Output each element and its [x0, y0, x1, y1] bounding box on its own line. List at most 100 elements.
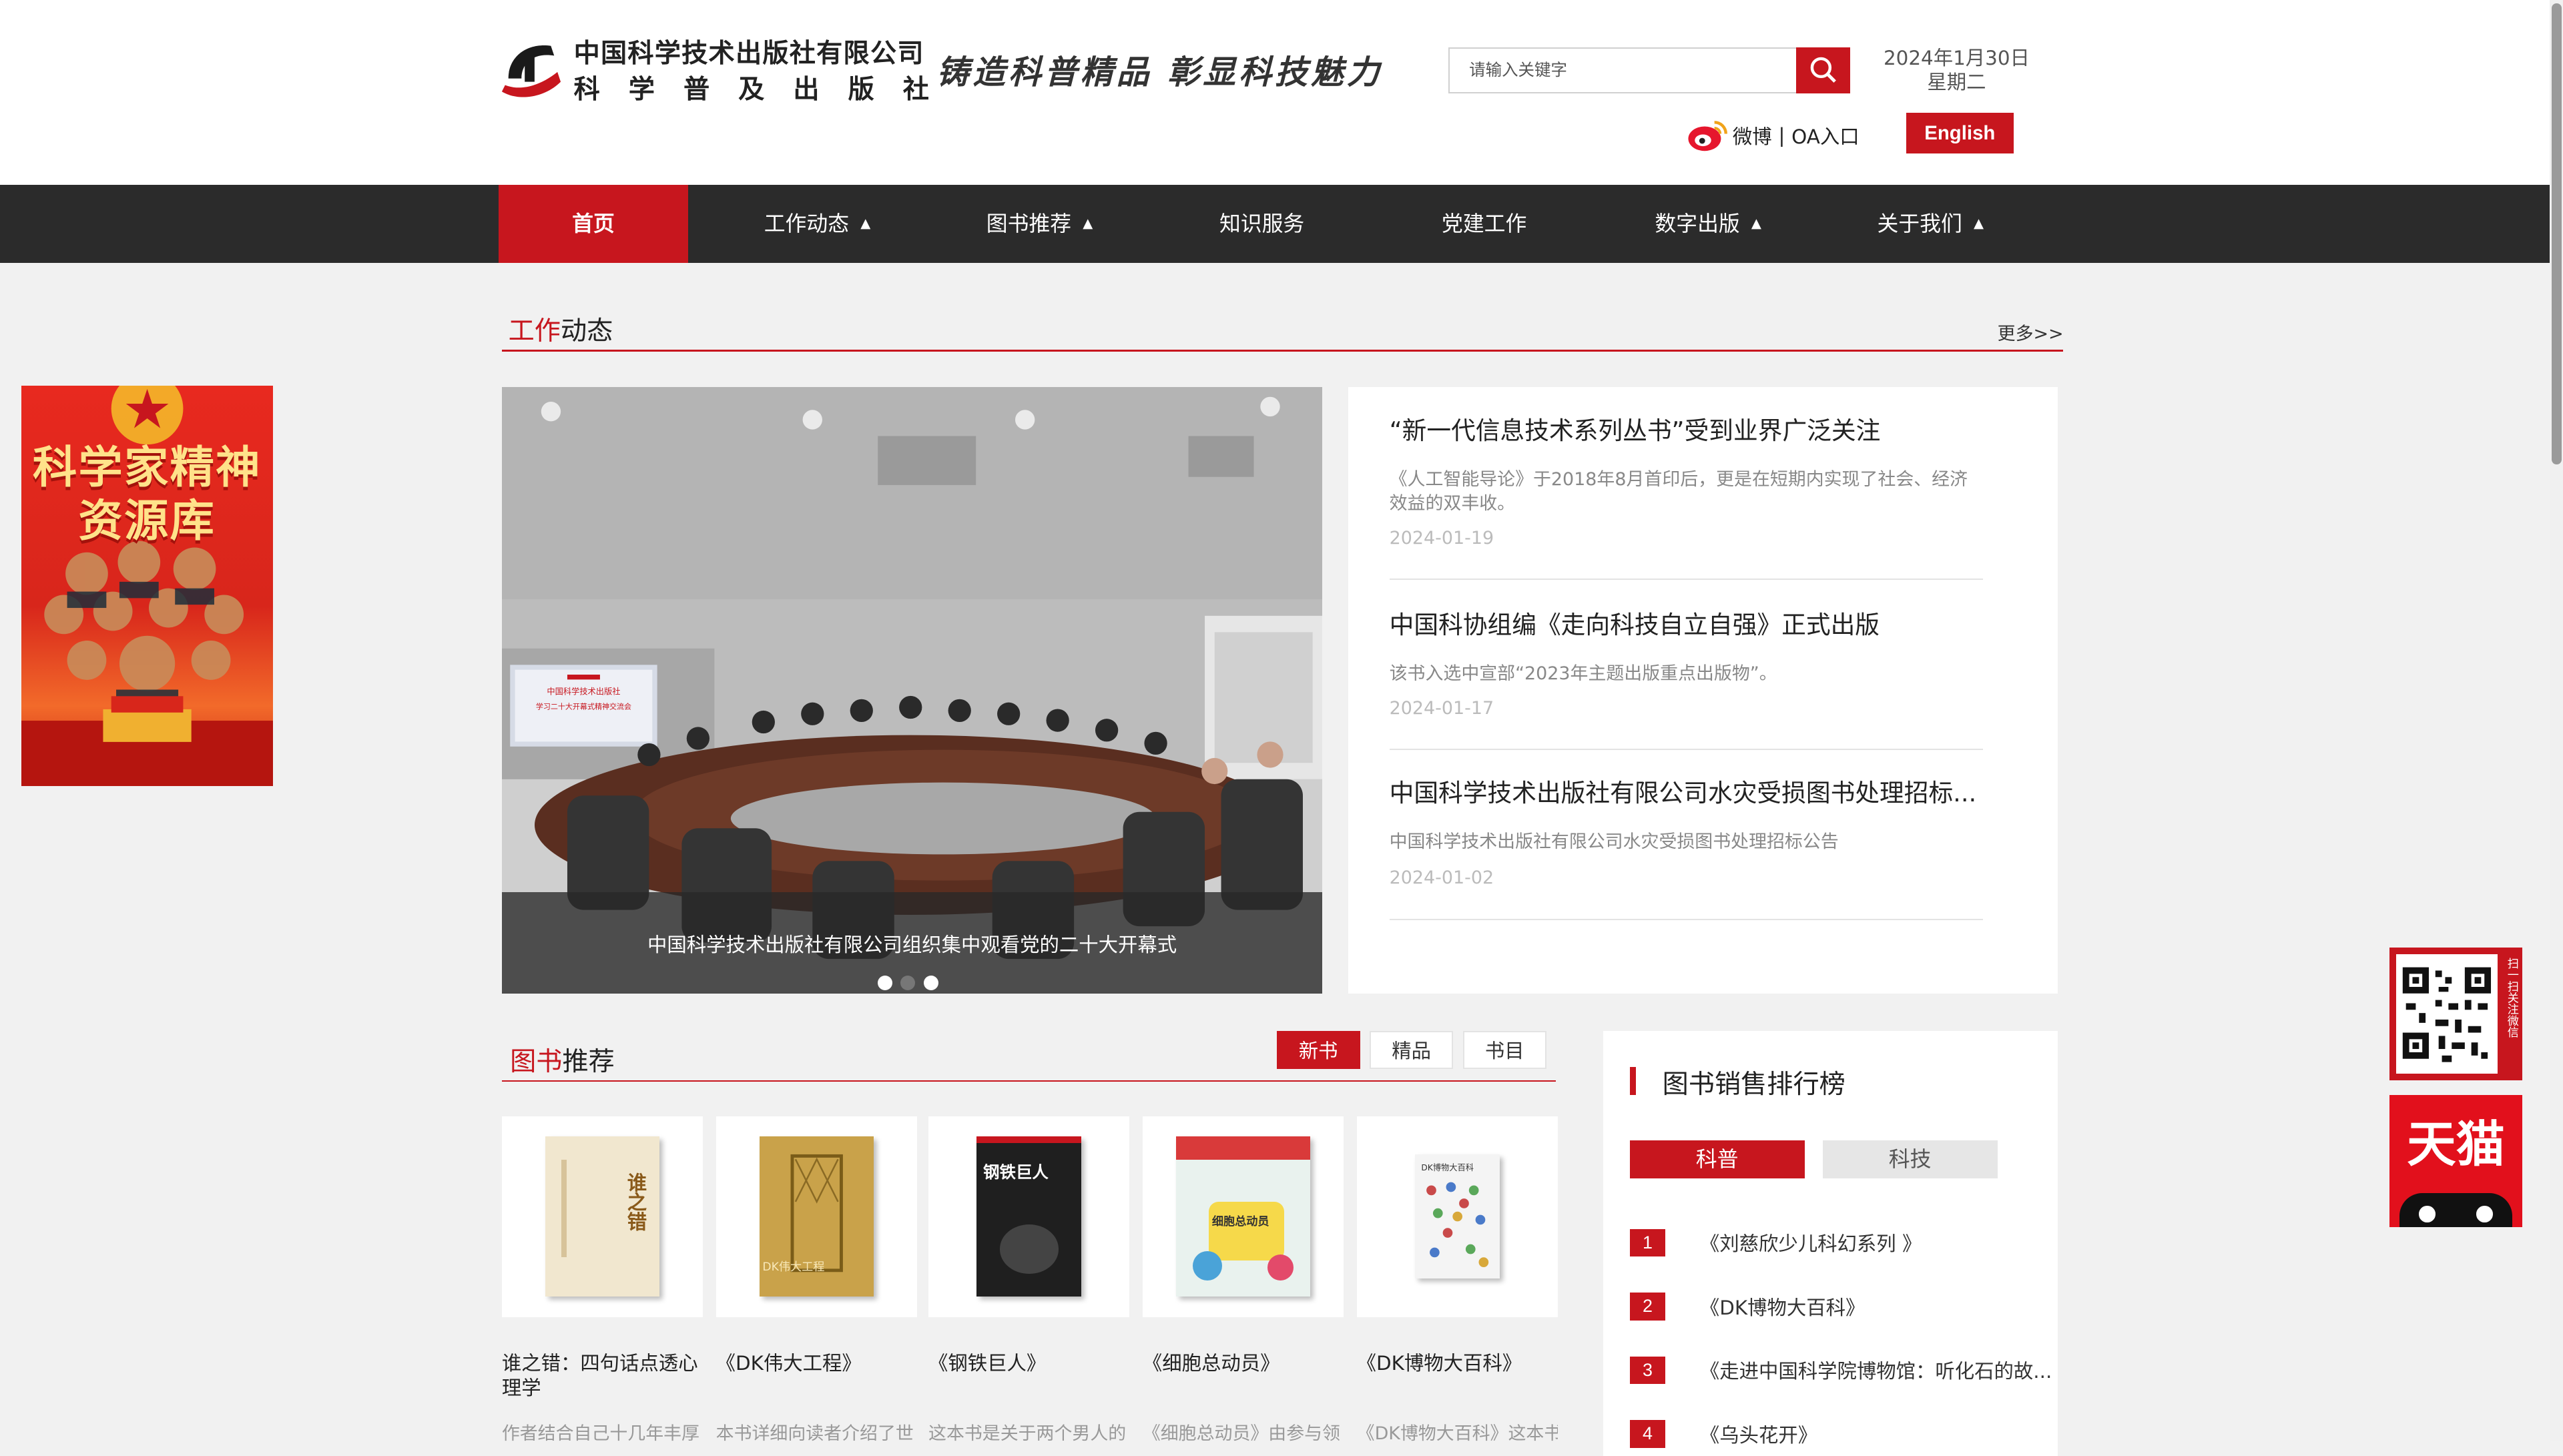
nav-item-about[interactable]: 关于我们 ▲: [1832, 185, 2028, 264]
oa-link[interactable]: OA入口: [1791, 121, 1859, 149]
nav-label: 数字出版: [1655, 210, 1740, 236]
ranking-row[interactable]: 1 《刘慈欣少儿科幻系列 》: [1629, 1228, 1922, 1257]
weekday-text: 星期二: [1927, 71, 1986, 94]
weibo-link[interactable]: 微博: [1733, 121, 1772, 149]
tab-featured[interactable]: 精品: [1370, 1031, 1454, 1069]
search-input[interactable]: 请输入关键字: [1448, 47, 1798, 93]
news-title[interactable]: “新一代信息技术系列丛书”受到业界广泛关注: [1390, 410, 1983, 446]
collage-art-icon: [1426, 1182, 1488, 1268]
news-item[interactable]: 中国科学技术出版社有限公司水灾受损图书处理招标... 中国科学技术出版社有限公司…: [1389, 773, 1983, 920]
news-item[interactable]: 中国科协组编《走向科技自立自强》正式出版 该书入选中宣部“2023年主题出版重点…: [1389, 605, 1983, 751]
wechat-qr-panel[interactable]: 扫一扫关注微信: [2389, 948, 2522, 1080]
rank-number: 2: [1629, 1293, 1666, 1321]
book-cover-card[interactable]: 钢铁巨人: [928, 1116, 1130, 1317]
book-cover: 细胞总动员: [1176, 1136, 1310, 1297]
nav-item-home[interactable]: 首页: [498, 184, 689, 264]
news-date: 2024-01-17: [1389, 697, 1494, 719]
section-divider: [501, 1080, 1556, 1082]
slide-caption-bar: 中国科学技术出版社有限公司组织集中观看党的二十大开幕式: [501, 892, 1323, 994]
book-desc: 本书详细向读者介绍了世: [716, 1423, 914, 1444]
news-title[interactable]: 中国科协组编《走向科技自立自强》正式出版: [1390, 605, 1983, 641]
ranking-row[interactable]: 3 《走进中国科学院博物馆：听化石的故...: [1629, 1356, 2052, 1385]
tab-technology[interactable]: 科技: [1822, 1140, 1998, 1178]
ranking-row[interactable]: 2 《DK博物大百科》: [1629, 1293, 1866, 1321]
logo-publisher-name: 科 学 普 及 出 版 社: [573, 73, 939, 105]
scrollbar-thumb[interactable]: [2551, 3, 2562, 464]
heading-red-part: 工作: [508, 316, 561, 347]
qr-code-icon: [2402, 967, 2492, 1062]
slide-caption[interactable]: 中国科学技术出版社有限公司组织集中观看党的二十大开幕式: [502, 930, 1322, 958]
rank-number: 3: [1629, 1356, 1666, 1385]
book-cover-card[interactable]: DK博物大百科: [1356, 1116, 1558, 1317]
rank-title[interactable]: 《DK博物大百科》: [1700, 1293, 1866, 1321]
book-cover-card[interactable]: 谁之错: [501, 1116, 703, 1317]
nav-label: 工作动态: [764, 210, 850, 236]
nav-item-knowledge[interactable]: 知识服务: [1164, 185, 1360, 264]
slide-dot-3[interactable]: [923, 976, 938, 991]
book-cover-text: 细胞总动员: [1211, 1214, 1269, 1228]
main-nav: 首页 工作动态 ▲ 图书推荐 ▲ 知识服务 党建工作 数字出版 ▲ 关于我们 ▲: [0, 184, 2550, 264]
tab-catalog[interactable]: 书目: [1462, 1031, 1546, 1069]
ranking-accent-bar: [1629, 1067, 1637, 1095]
rank-number: 4: [1629, 1420, 1666, 1448]
qr-code-frame: [2396, 954, 2498, 1074]
book-title[interactable]: 谁之错：四句话点透心理学: [502, 1351, 703, 1400]
slogan: 铸造科普精品 彰显科技魅力: [936, 52, 1383, 91]
book-cover: DK博物大百科: [1414, 1154, 1500, 1279]
slide-dot-1[interactable]: [878, 976, 893, 991]
publisher-logo[interactable]: 中国科学技术出版社有限公司 科 学 普 及 出 版 社: [499, 29, 929, 108]
logo-company-name: 中国科学技术出版社有限公司: [573, 37, 924, 69]
caret-up-icon: ▲: [1973, 215, 1984, 231]
scientist-spirit-banner[interactable]: 科学家精神 资源库: [21, 385, 273, 786]
book-cover-card[interactable]: 细胞总动员: [1142, 1116, 1344, 1317]
nav-label: 首页: [572, 210, 615, 236]
book-title[interactable]: 《DK伟大工程》: [716, 1351, 917, 1376]
slide-dot-2[interactable]: [900, 976, 916, 991]
link-separator: |: [1778, 124, 1785, 147]
book-title[interactable]: 《钢铁巨人》: [928, 1351, 1129, 1376]
book-cover-card[interactable]: DK伟大工程: [716, 1116, 917, 1317]
weibo-icon[interactable]: [1687, 117, 1729, 153]
more-link[interactable]: 更多>>: [1998, 319, 2064, 345]
caret-up-icon: ▲: [1083, 215, 1093, 231]
news-list-panel: “新一代信息技术系列丛书”受到业界广泛关注 《人工智能导论》于2018年8月首印…: [1348, 387, 2058, 994]
heading-red-part: 图书: [510, 1047, 563, 1077]
book-cover-text: 钢铁巨人: [983, 1162, 1049, 1182]
tmall-cat-icon: [2399, 1192, 2513, 1228]
book-title[interactable]: 《细胞总动员》: [1143, 1351, 1344, 1376]
logo-mark-icon: [501, 45, 561, 97]
ranking-row[interactable]: 4 《乌头花开》: [1629, 1420, 1817, 1448]
nav-label: 关于我们: [1877, 210, 1962, 236]
news-summary: 《人工智能导论》于2018年8月首印后，更是在短期内实现了社会、经济效益的双丰收…: [1389, 468, 1968, 514]
tmall-store-link[interactable]: 天猫: [2389, 1094, 2522, 1228]
rank-title[interactable]: 《乌头花开》: [1700, 1420, 1817, 1448]
qr-caption: 扫一扫关注微信: [2504, 958, 2518, 1038]
rank-title[interactable]: 《刘慈欣少儿科幻系列 》: [1700, 1228, 1922, 1256]
book-cover-text: DK伟大工程: [762, 1260, 825, 1275]
ranking-title: 图书销售排行榜: [1662, 1070, 1845, 1100]
caret-up-icon: ▲: [1751, 215, 1761, 231]
rank-number: 1: [1629, 1228, 1666, 1257]
tab-popular-science[interactable]: 科普: [1629, 1140, 1805, 1178]
search-button[interactable]: [1796, 47, 1851, 93]
nav-label: 图书推荐: [986, 210, 1072, 236]
book-desc: 这本书是关于两个男人的: [928, 1423, 1127, 1444]
book-cover: 谁之错: [545, 1136, 660, 1297]
heading-rest: 动态: [560, 316, 613, 347]
book-title[interactable]: 《DK博物大百科》: [1357, 1351, 1558, 1376]
nav-item-party[interactable]: 党建工作: [1386, 185, 1583, 264]
tab-new-books[interactable]: 新书: [1276, 1031, 1360, 1069]
nav-item-digital[interactable]: 数字出版 ▲: [1610, 185, 1806, 264]
caret-up-icon: ▲: [860, 215, 871, 231]
rank-title[interactable]: 《走进中国科学院博物馆：听化石的故...: [1700, 1356, 2052, 1384]
search-icon: [1810, 57, 1836, 83]
book-cover: 钢铁巨人: [976, 1136, 1081, 1297]
news-slider[interactable]: 中国科学技术出版社 学习二十大开幕式精神交流会 中国科学技术出版社有限公司组织集…: [501, 387, 1323, 994]
news-title[interactable]: 中国科学技术出版社有限公司水灾受损图书处理招标...: [1390, 773, 1983, 809]
english-button[interactable]: English: [1906, 112, 2014, 154]
nav-item-book-rec[interactable]: 图书推荐 ▲: [942, 185, 1138, 264]
news-item[interactable]: “新一代信息技术系列丛书”受到业界广泛关注 《人工智能导论》于2018年8月首印…: [1389, 410, 1983, 581]
slide-screen-text2: 学习二十大开幕式精神交流会: [536, 702, 631, 711]
nav-item-work-news[interactable]: 工作动态 ▲: [720, 185, 916, 264]
book-desc: 《DK博物大百科》这本书: [1356, 1423, 1558, 1444]
